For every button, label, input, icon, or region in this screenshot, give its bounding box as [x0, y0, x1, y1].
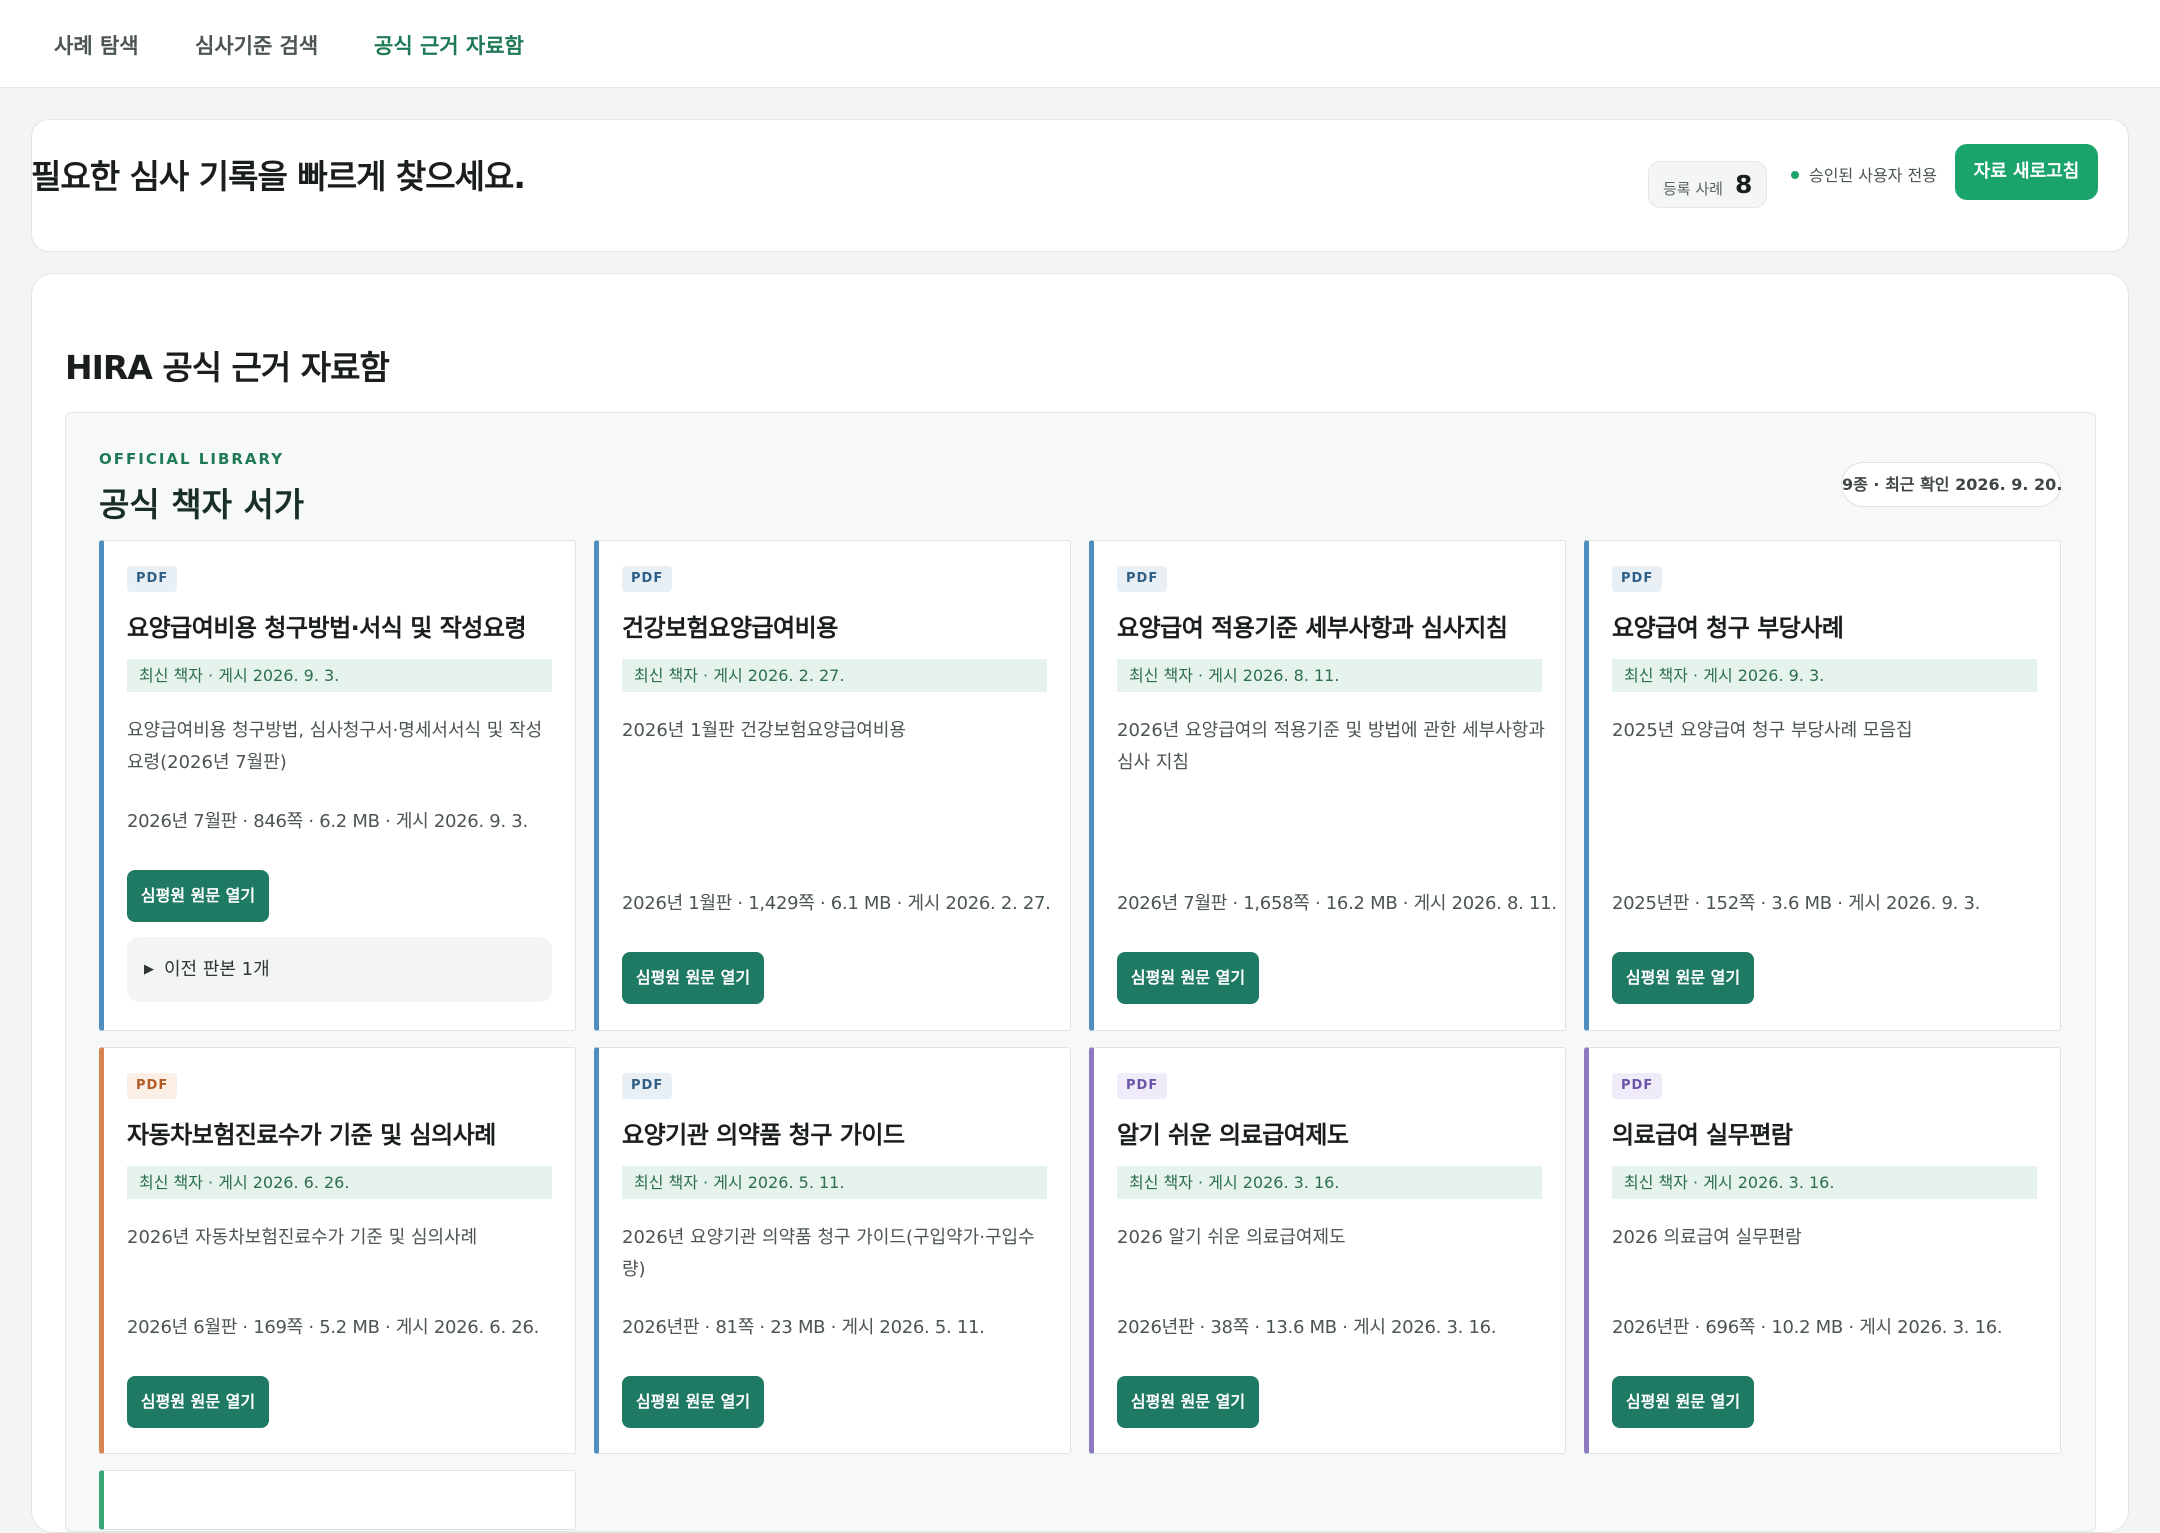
tab-case-explore[interactable]: 사례 탐색: [54, 30, 139, 60]
book-title: 알기 쉬운 의료급여제도: [1117, 1121, 1349, 1149]
tab-criteria-search[interactable]: 심사기준 검색: [195, 30, 318, 60]
book-title: 의료급여 실무편람: [1612, 1121, 1793, 1149]
open-original-button[interactable]: 심평원 원문 열기: [1612, 952, 1754, 1004]
open-original-button[interactable]: 심평원 원문 열기: [1117, 1376, 1259, 1428]
shelf-meta-badge: 9종 · 최근 확인 2026. 9. 20.: [1841, 462, 2062, 507]
book-description: 2026년 요양기관 의약품 청구 가이드(구입약가·구입수량): [622, 1227, 1035, 1280]
case-count-label: 등록 사례: [1663, 180, 1723, 198]
book-description: 2026 알기 쉬운 의료급여제도: [1117, 1227, 1346, 1248]
book-info: 2026년판 · 38쪽 · 13.6 MB · 게시 2026. 3. 16.: [1117, 1317, 1497, 1338]
pdf-badge: PDF: [1117, 1073, 1168, 1099]
book-info: 2026년 7월판 · 1,658쪽 · 16.2 MB · 게시 2026. …: [1117, 893, 1557, 914]
book-description: 2026년 1월판 건강보험요양급여비용: [622, 720, 906, 741]
page-title: 필요한 심사 기록을 빠르게 찾으세요.: [31, 157, 526, 196]
book-card: PDF 요양급여 적용기준 세부사항과 심사지침 최신 책자 · 게시 2026…: [1089, 540, 1566, 1031]
case-count-badge: 등록 사례 8: [1648, 161, 1767, 208]
book-card: PDF 요양기관 의약품 청구 가이드 최신 책자 · 게시 2026. 5. …: [594, 1047, 1071, 1454]
book-description: 2025년 요양급여 청구 부당사례 모음집: [1612, 720, 1913, 741]
book-title: 자동차보험진료수가 기준 및 심의사례: [127, 1121, 496, 1149]
book-title: 요양급여 청구 부당사례: [1612, 614, 1844, 642]
previous-editions-toggle[interactable]: ▶ 이전 판본 1개: [127, 937, 552, 1002]
book-title: 요양급여비용 청구방법·서식 및 작성요령: [127, 614, 527, 642]
previous-editions-label: 이전 판본 1개: [164, 959, 270, 980]
book-card-partial: [99, 1470, 576, 1530]
auth-status: 승인된 사용자 전용: [1791, 162, 1937, 186]
latest-edition-tag: 최신 책자 · 게시 2026. 8. 11.: [1117, 659, 1542, 692]
shelf-title: 공식 책자 서가: [99, 485, 305, 524]
open-original-button[interactable]: 심평원 원문 열기: [1612, 1376, 1754, 1428]
book-card: PDF 의료급여 실무편람 최신 책자 · 게시 2026. 3. 16. 20…: [1584, 1047, 2061, 1454]
section-title: HIRA 공식 근거 자료함: [65, 348, 390, 387]
top-nav: 사례 탐색 심사기준 검색 공식 근거 자료함: [0, 0, 2160, 88]
book-description: 요양급여비용 청구방법, 심사청구서·명세서서식 및 작성요령(2026년 7월…: [127, 720, 543, 773]
book-card: PDF 요양급여 청구 부당사례 최신 책자 · 게시 2026. 9. 3. …: [1584, 540, 2061, 1031]
auth-status-text: 승인된 사용자 전용: [1809, 166, 1937, 185]
pdf-badge: PDF: [1612, 566, 1663, 592]
book-description: 2026년 자동차보험진료수가 기준 및 심의사례: [127, 1227, 478, 1248]
book-info: 2026년판 · 696쪽 · 10.2 MB · 게시 2026. 3. 16…: [1612, 1317, 2003, 1338]
latest-edition-tag: 최신 책자 · 게시 2026. 6. 26.: [127, 1166, 552, 1199]
open-original-button[interactable]: 심평원 원문 열기: [622, 952, 764, 1004]
book-card: PDF 요양급여비용 청구방법·서식 및 작성요령 최신 책자 · 게시 202…: [99, 540, 576, 1031]
pdf-badge: PDF: [1612, 1073, 1663, 1099]
latest-edition-tag: 최신 책자 · 게시 2026. 9. 3.: [1612, 659, 2037, 692]
pdf-badge: PDF: [127, 1073, 178, 1099]
book-title: 요양기관 의약품 청구 가이드: [622, 1121, 905, 1149]
book-card: PDF 건강보험요양급여비용 최신 책자 · 게시 2026. 2. 27. 2…: [594, 540, 1071, 1031]
open-original-button[interactable]: 심평원 원문 열기: [1117, 952, 1259, 1004]
latest-edition-tag: 최신 책자 · 게시 2026. 9. 3.: [127, 659, 552, 692]
book-title: 건강보험요양급여비용: [622, 614, 838, 642]
latest-edition-tag: 최신 책자 · 게시 2026. 2. 27.: [622, 659, 1047, 692]
book-info: 2026년 1월판 · 1,429쪽 · 6.1 MB · 게시 2026. 2…: [622, 893, 1051, 914]
book-description: 2026년 요양급여의 적용기준 및 방법에 관한 세부사항과 심사 지침: [1117, 720, 1545, 773]
pdf-badge: PDF: [127, 566, 178, 592]
book-card: PDF 알기 쉬운 의료급여제도 최신 책자 · 게시 2026. 3. 16.…: [1089, 1047, 1566, 1454]
triangle-right-icon: ▶: [144, 962, 154, 977]
pdf-badge: PDF: [622, 1073, 673, 1099]
case-count-value: 8: [1735, 170, 1753, 199]
latest-edition-tag: 최신 책자 · 게시 2026. 5. 11.: [622, 1166, 1047, 1199]
open-original-button[interactable]: 심평원 원문 열기: [622, 1376, 764, 1428]
status-dot-icon: [1791, 170, 1799, 179]
book-info: 2026년 6월판 · 169쪽 · 5.2 MB · 게시 2026. 6. …: [127, 1317, 540, 1338]
book-info: 2026년판 · 81쪽 · 23 MB · 게시 2026. 5. 11.: [622, 1317, 985, 1338]
open-original-button[interactable]: 심평원 원문 열기: [127, 870, 269, 922]
pdf-badge: PDF: [622, 566, 673, 592]
open-original-button[interactable]: 심평원 원문 열기: [127, 1376, 269, 1428]
book-card: PDF 자동차보험진료수가 기준 및 심의사례 최신 책자 · 게시 2026.…: [99, 1047, 576, 1454]
shelf-eyebrow: OFFICIAL LIBRARY: [99, 450, 285, 468]
pdf-badge: PDF: [1117, 566, 1168, 592]
book-description: 2026 의료급여 실무편람: [1612, 1227, 1802, 1248]
tab-official-library[interactable]: 공식 근거 자료함: [374, 30, 524, 60]
book-info: 2025년판 · 152쪽 · 3.6 MB · 게시 2026. 9. 3.: [1612, 893, 1981, 914]
book-info: 2026년 7월판 · 846쪽 · 6.2 MB · 게시 2026. 9. …: [127, 811, 528, 832]
latest-edition-tag: 최신 책자 · 게시 2026. 3. 16.: [1117, 1166, 1542, 1199]
refresh-button[interactable]: 자료 새로고침: [1955, 144, 2098, 200]
latest-edition-tag: 최신 책자 · 게시 2026. 3. 16.: [1612, 1166, 2037, 1199]
book-title: 요양급여 적용기준 세부사항과 심사지침: [1117, 614, 1508, 642]
